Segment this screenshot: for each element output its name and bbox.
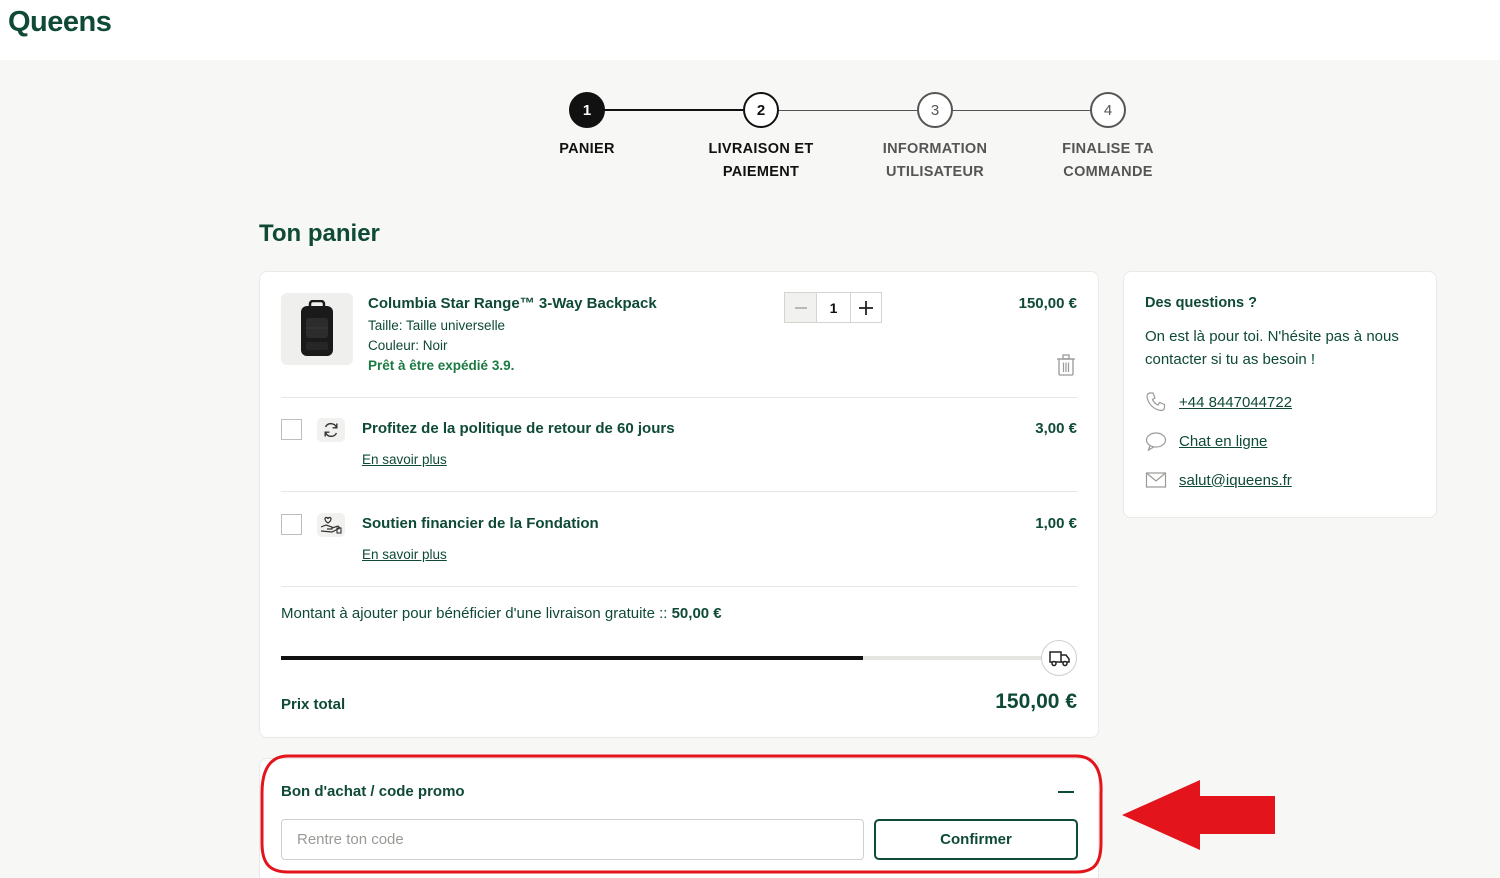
- foundation-support-title: Soutien financier de la Fondation: [362, 515, 599, 532]
- header: Queens: [0, 0, 1500, 60]
- page-title: Ton panier: [259, 220, 380, 247]
- backpack-icon: [301, 300, 333, 356]
- step-label-line: PAIEMENT: [722, 164, 800, 180]
- step-1-label: PANIER: [512, 138, 662, 161]
- quantity-value[interactable]: 1: [816, 293, 850, 322]
- refresh-icon-glyph: [324, 422, 338, 438]
- step-connector: [778, 109, 917, 111]
- refresh-icon: [317, 418, 345, 442]
- help-text: On est là pour toi. N'hésite pas à nous …: [1145, 328, 1399, 368]
- product-size: Taille: Taille universelle: [368, 318, 506, 333]
- return-policy-price: 3,00 €: [1035, 420, 1077, 437]
- mail-icon: [1145, 472, 1167, 488]
- quantity-increase-button[interactable]: [849, 293, 881, 322]
- step-label-line: COMMANDE: [1063, 164, 1153, 180]
- highlight-ellipse: [260, 754, 1103, 874]
- help-card: Des questions ? On est là pour toi. N'hé…: [1123, 271, 1437, 518]
- step-4-label: FINALISE TA COMMANDE: [1033, 138, 1183, 184]
- chat-contact: Chat en ligne: [1145, 430, 1267, 452]
- red-arrow-icon: [1122, 780, 1275, 850]
- total-value: 150,00 €: [995, 690, 1077, 713]
- step-1-circle: 1: [569, 92, 605, 128]
- phone-icon: [1146, 392, 1166, 412]
- quantity-stepper: 1: [784, 292, 882, 323]
- product-availability: Prêt à être expédié 3.9.: [368, 358, 515, 373]
- phone-contact: +44 8447044722: [1145, 391, 1292, 413]
- donation-hand-icon: [317, 513, 345, 537]
- email-link[interactable]: salut@iqueens.fr: [1179, 472, 1292, 489]
- logo[interactable]: Queens: [8, 6, 112, 39]
- return-policy-title: Profitez de la politique de retour de 60…: [362, 420, 675, 437]
- chat-bubble-icon: [1145, 432, 1167, 452]
- product-thumbnail[interactable]: [281, 293, 353, 365]
- step-connector: [604, 109, 743, 111]
- foundation-learn-more-link[interactable]: En savoir plus: [362, 547, 447, 562]
- plus-icon: [858, 300, 873, 315]
- free-shipping-progress-fill: [281, 656, 863, 660]
- step-label-line: PANIER: [559, 141, 615, 157]
- checkout-stepper: 1 2 3 4 PANIER LIVRAISON ET PAIEMENT INF…: [0, 90, 1500, 190]
- help-title: Des questions ?: [1145, 295, 1257, 311]
- product-color: Couleur: Noir: [368, 338, 448, 353]
- step-4-circle: 4: [1090, 92, 1126, 128]
- divider: [281, 397, 1077, 398]
- step-3-circle: 3: [917, 92, 953, 128]
- step-2-circle: 2: [743, 92, 779, 128]
- free-shipping-progress: [281, 656, 1057, 660]
- step-connector: [952, 109, 1090, 111]
- foundation-support-price: 1,00 €: [1035, 515, 1077, 532]
- product-name[interactable]: Columbia Star Range™ 3-Way Backpack: [368, 295, 657, 312]
- product-price: 150,00 €: [1018, 295, 1077, 312]
- delivery-truck-icon: [1041, 640, 1077, 676]
- foundation-support-checkbox[interactable]: [281, 514, 302, 535]
- return-policy-checkbox[interactable]: [281, 419, 302, 440]
- quantity-decrease-button[interactable]: [785, 293, 817, 322]
- minus-icon: [794, 306, 807, 309]
- return-policy-learn-more-link[interactable]: En savoir plus: [362, 452, 447, 467]
- phone-link[interactable]: +44 8447044722: [1179, 394, 1292, 411]
- step-label-line: INFORMATION: [882, 141, 988, 157]
- free-shipping-amount: 50,00 €: [671, 605, 722, 622]
- cart-card: Columbia Star Range™ 3-Way Backpack Tail…: [259, 271, 1099, 738]
- trash-icon[interactable]: [1056, 354, 1076, 376]
- step-label-line: LIVRAISON ET: [708, 141, 814, 157]
- step-2-label: LIVRAISON ET PAIEMENT: [686, 138, 836, 184]
- step-label-line: UTILISATEUR: [885, 164, 985, 180]
- free-shipping-note: Montant à ajouter pour bénéficier d'une …: [281, 605, 722, 622]
- total-label: Prix total: [281, 696, 346, 713]
- truck-icon-glyph: [1049, 651, 1070, 667]
- free-shipping-text: Montant à ajouter pour bénéficier d'une …: [281, 605, 672, 622]
- chat-link[interactable]: Chat en ligne: [1179, 433, 1267, 450]
- step-3-label: INFORMATION UTILISATEUR: [860, 138, 1010, 184]
- donation-hand-icon-glyph: [320, 516, 342, 534]
- email-contact: salut@iqueens.fr: [1145, 469, 1292, 491]
- divider: [281, 491, 1077, 492]
- divider: [281, 586, 1077, 587]
- step-label-line: FINALISE TA: [1062, 141, 1154, 157]
